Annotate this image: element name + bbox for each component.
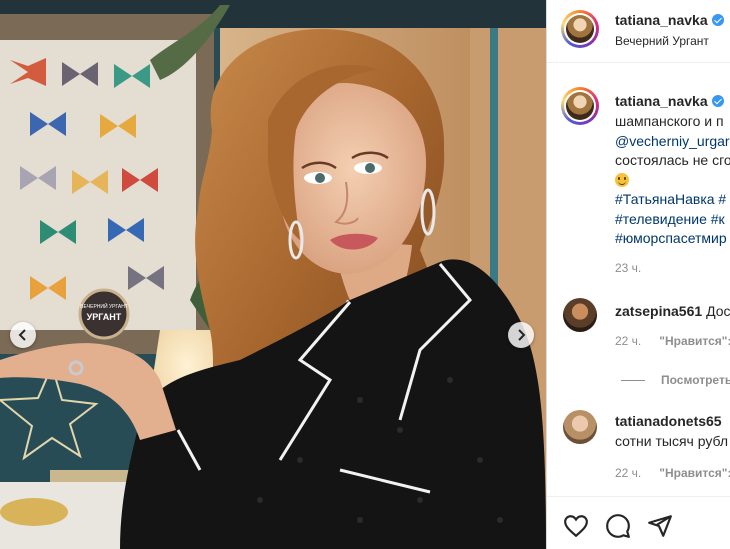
smile-emoji-icon bbox=[615, 172, 629, 187]
caption-author-username-text[interactable]: tatiana_navka bbox=[615, 93, 708, 109]
heart-icon bbox=[564, 515, 588, 538]
comment-username[interactable]: tatianadonets65 bbox=[615, 413, 722, 429]
comment-avatar[interactable] bbox=[563, 298, 597, 332]
like-button[interactable] bbox=[563, 513, 589, 539]
verified-badge-icon bbox=[711, 14, 724, 26]
caption-line-3: состоялась не сго bbox=[615, 152, 730, 168]
comment-item: tatianadonets65 bbox=[615, 413, 722, 429]
post-caption: шампанского и п @vecherniy_urgar состоял… bbox=[615, 112, 730, 249]
author-username-text[interactable]: tatiana_navka bbox=[615, 12, 708, 28]
carousel-prev-button[interactable] bbox=[10, 322, 36, 348]
caption-mention-link[interactable]: @vecherniy_urgar bbox=[615, 132, 730, 152]
author-username[interactable]: tatiana_navka bbox=[615, 12, 724, 28]
chevron-left-icon bbox=[18, 329, 26, 341]
comment-icon bbox=[606, 514, 630, 538]
comment-likes[interactable]: "Нравится": bbox=[659, 466, 730, 480]
view-replies-button[interactable]: Посмотреть bbox=[621, 373, 730, 387]
comment-meta: 22 ч. "Нравится": bbox=[615, 466, 730, 480]
paper-plane-icon bbox=[648, 515, 672, 537]
comment-time[interactable]: 22 ч. bbox=[615, 466, 641, 480]
post-photo[interactable]: ВЕЧЕРНИЙ УРГАНТ УРГАНТ bbox=[0, 0, 546, 549]
comment-meta: 22 ч. "Нравится": bbox=[615, 334, 730, 348]
sign-top-text: ВЕЧЕРНИЙ УРГАНТ bbox=[80, 302, 128, 310]
comment-time[interactable]: 22 ч. bbox=[615, 334, 641, 348]
comment-button[interactable] bbox=[605, 513, 631, 539]
comment-item: zatsepina561 Дос bbox=[615, 303, 730, 319]
post-actions-bar bbox=[547, 496, 730, 549]
comment-username[interactable]: zatsepina561 bbox=[615, 303, 702, 319]
chevron-right-icon bbox=[518, 329, 526, 341]
carousel-next-button[interactable] bbox=[508, 322, 534, 348]
hashtag-line-2[interactable]: #телевидение #к bbox=[615, 210, 730, 230]
post-header: tatiana_navka Вечерний Ургант bbox=[547, 0, 730, 63]
author-avatar[interactable] bbox=[561, 10, 599, 48]
post-time[interactable]: 23 ч. bbox=[615, 261, 641, 275]
hashtag-line-3[interactable]: #юморспасетмир bbox=[615, 229, 730, 249]
comment-text: Дос bbox=[706, 303, 730, 319]
verified-badge-icon bbox=[711, 95, 724, 107]
share-button[interactable] bbox=[647, 513, 673, 539]
caption-author-avatar[interactable] bbox=[561, 87, 599, 125]
post-location[interactable]: Вечерний Ургант bbox=[615, 34, 709, 48]
comment-avatar[interactable] bbox=[563, 410, 597, 444]
caption-line-1: шампанского и п bbox=[615, 113, 724, 129]
sign-main-text: УРГАНТ bbox=[87, 312, 122, 322]
comment-text: сотни тысяч рубл bbox=[615, 433, 729, 449]
comment-likes[interactable]: "Нравится": bbox=[659, 334, 730, 348]
hashtag-line-1[interactable]: #ТатьянаНавка # bbox=[615, 190, 730, 210]
photo-scene: ВЕЧЕРНИЙ УРГАНТ УРГАНТ bbox=[0, 0, 546, 549]
caption-author-username[interactable]: tatiana_navka bbox=[615, 93, 724, 109]
post-side-panel: tatiana_navka Вечерний Ургант tatiana_na… bbox=[546, 0, 730, 549]
